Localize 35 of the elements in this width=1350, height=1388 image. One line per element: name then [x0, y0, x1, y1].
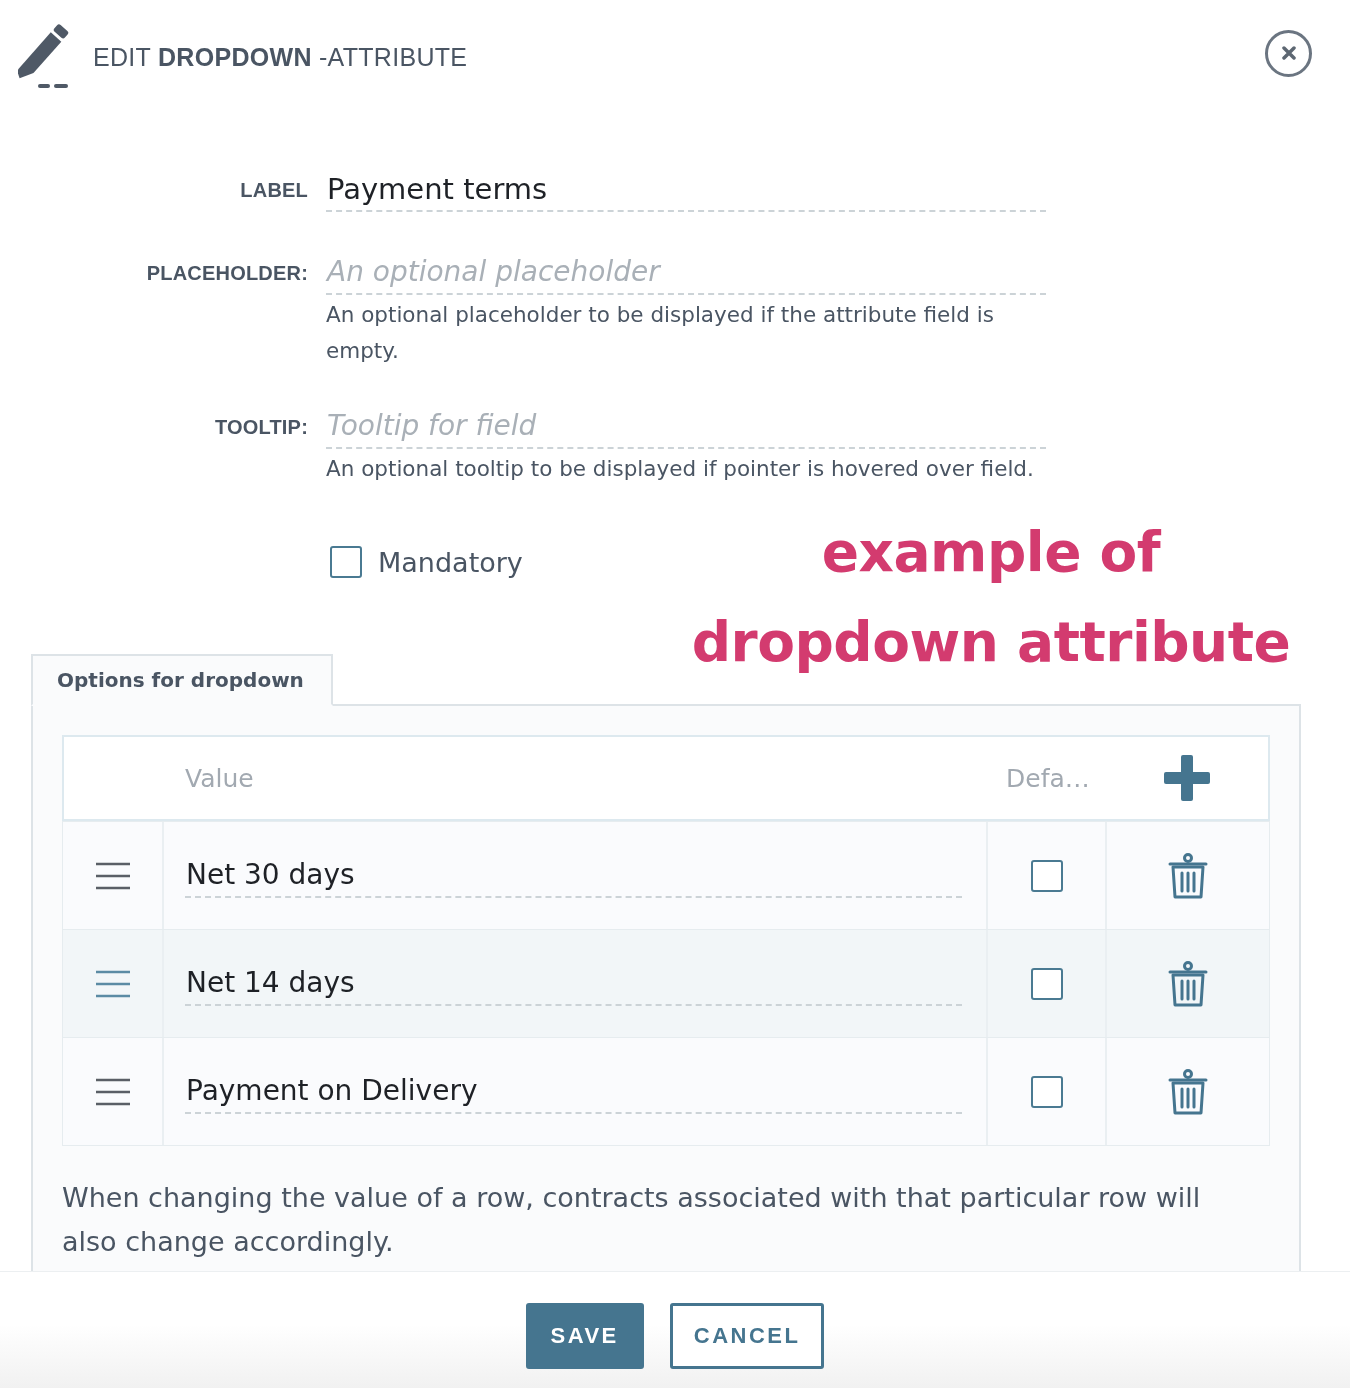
close-icon — [1281, 46, 1296, 60]
help-text: An optional tooltip to be displayed if pointer is hovered over field. — [326, 455, 1035, 483]
default-checkbox[interactable] — [1030, 859, 1063, 892]
mandatory-checkbox[interactable] — [330, 546, 362, 578]
delete-button[interactable] — [1168, 852, 1208, 899]
field-label: TOOLTIP: — [214, 415, 308, 440]
annotation-text: example of dropdown attribute — [690, 519, 1292, 676]
plus-icon — [1164, 755, 1210, 801]
option-row[interactable]: Net 30 days — [63, 821, 1269, 929]
default-checkbox[interactable] — [1030, 1075, 1063, 1108]
trash-icon — [1168, 960, 1208, 1007]
column-header: Value — [185, 763, 254, 793]
dialog-title: EDIT DROPDOWN -ATTRIBUTE — [93, 42, 469, 72]
option-row[interactable]: Payment on Delivery — [63, 1037, 1269, 1145]
field-label: LABEL — [240, 178, 308, 203]
delete-button[interactable] — [1168, 960, 1208, 1007]
trash-icon — [1168, 852, 1208, 899]
add-button[interactable] — [1164, 755, 1210, 801]
pencil-icon — [18, 24, 70, 90]
trash-icon — [1168, 1068, 1208, 1115]
checkbox-label: Mandatory — [378, 546, 523, 578]
default-checkbox[interactable] — [1030, 967, 1063, 1000]
save-button[interactable]: SAVE — [525, 1303, 644, 1369]
delete-button[interactable] — [1168, 1068, 1208, 1115]
cancel-button[interactable]: CANCEL — [669, 1303, 825, 1369]
help-text: An optional placeholder to be displayed if the attribute field is empty. — [326, 301, 995, 365]
close-button[interactable] — [1265, 29, 1312, 77]
drag-handle-icon[interactable] — [95, 861, 130, 890]
info-note: When changing the value of a row, contracts associated with that particular row will also change accordingly. — [62, 1181, 1202, 1259]
column-header: Defa… — [1006, 763, 1090, 793]
drag-handle-icon[interactable] — [95, 1077, 130, 1106]
drag-handle-icon[interactable] — [95, 969, 130, 998]
option-row[interactable]: Net 14 days — [63, 929, 1269, 1037]
field-label: PLACEHOLDER: — [146, 261, 308, 286]
options-tab[interactable]: Options for dropdown — [31, 654, 333, 706]
